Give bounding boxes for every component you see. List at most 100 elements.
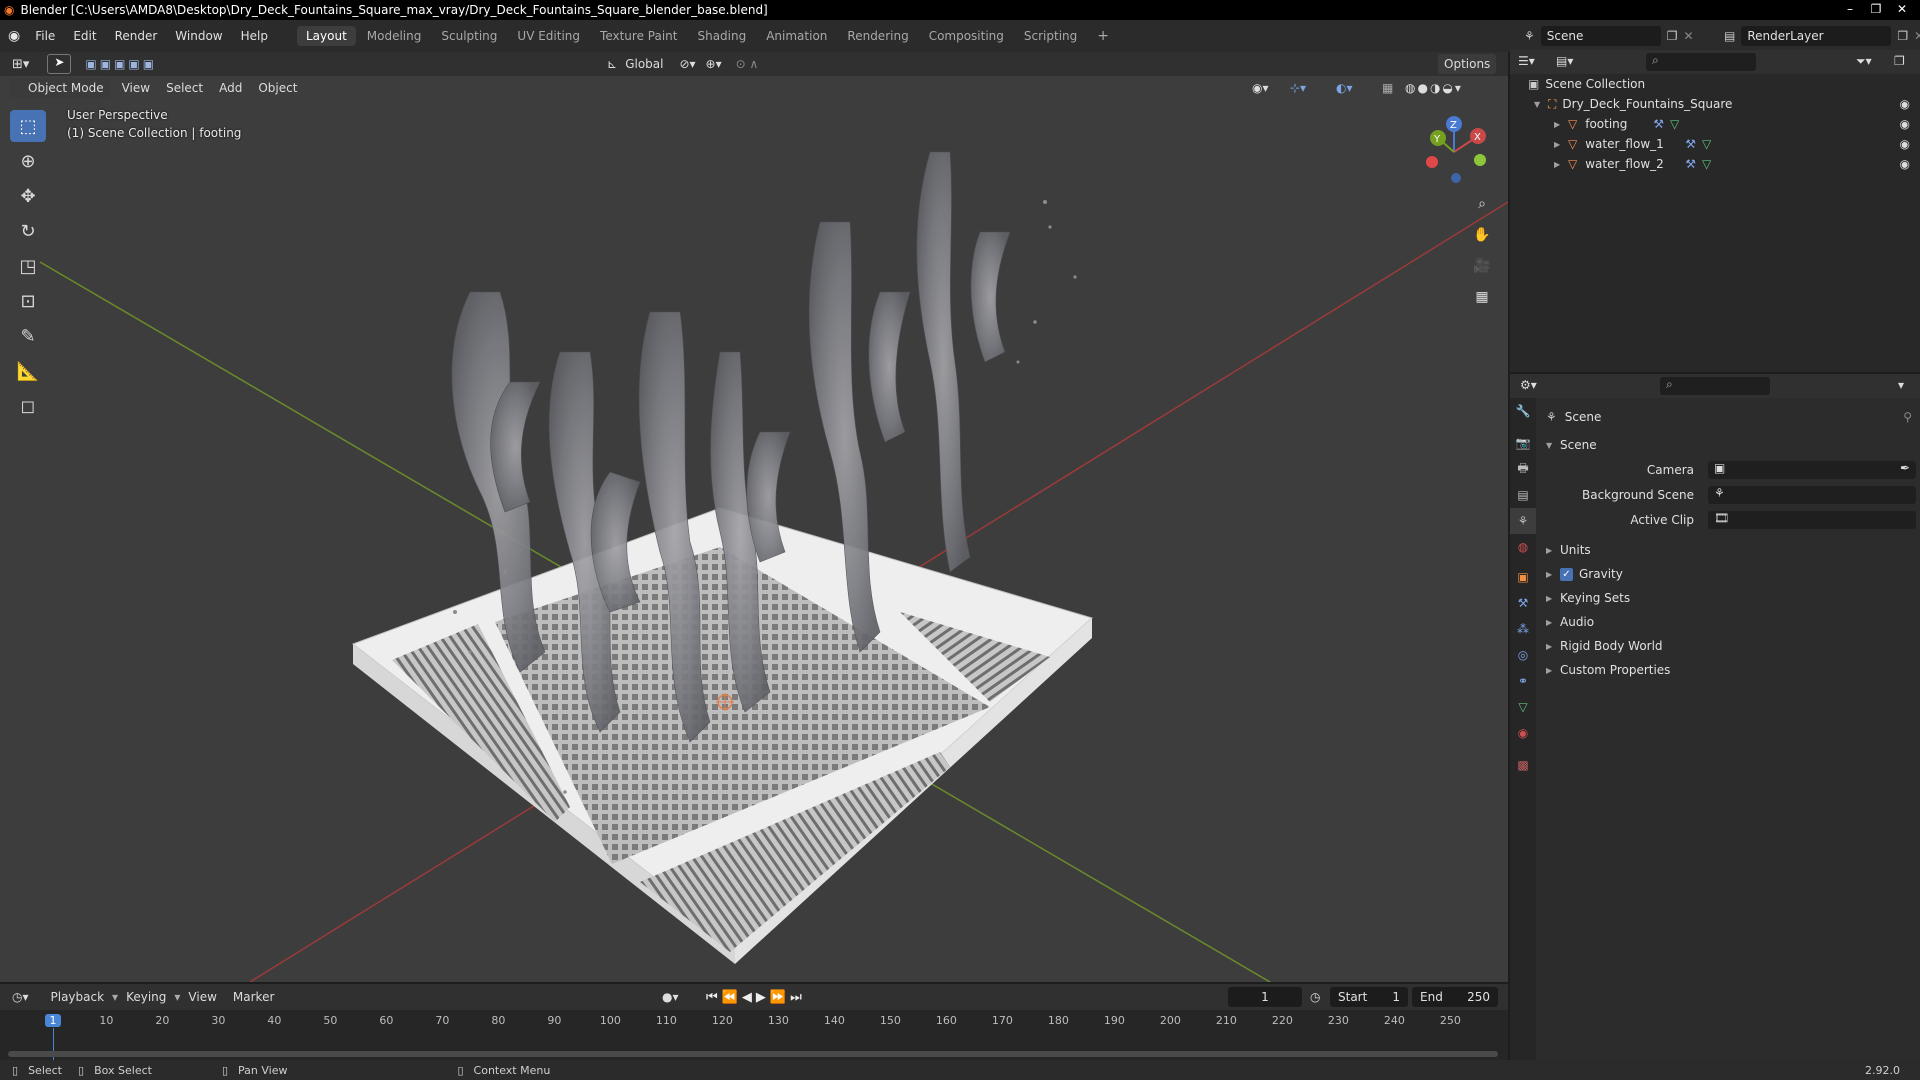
units-panel[interactable]: ▶ Units — [1546, 539, 1916, 561]
modifier-icon[interactable]: ⚒ — [1685, 137, 1696, 151]
panel-expand-icon[interactable]: ▶ — [1546, 546, 1560, 555]
pivot-icon[interactable]: ⊘▾ — [679, 57, 695, 71]
playback-controls[interactable]: ⏮⏪◀▶⏩⏭ — [706, 990, 806, 1005]
render-tab-icon[interactable]: 📷 — [1510, 430, 1536, 456]
scene-panel-header[interactable]: ▼ Scene — [1546, 434, 1916, 456]
eyedropper-icon[interactable]: ✒ — [1900, 461, 1910, 475]
outliner-search-field[interactable]: ⌕ — [1646, 53, 1756, 71]
preview-range-icon[interactable]: ◷ — [1310, 990, 1320, 1004]
playback-menu[interactable]: Playback — [43, 990, 113, 1004]
visibility-eye-icon[interactable]: ◉ — [1900, 117, 1910, 131]
visibility-eye-icon[interactable]: ◉ — [1900, 137, 1910, 151]
custom-properties-panel[interactable]: ▶ Custom Properties — [1546, 659, 1916, 681]
world-tab-icon[interactable]: ◍ — [1510, 534, 1536, 560]
maximize-button[interactable]: ❐ — [1864, 0, 1888, 18]
close-button[interactable]: ✕ — [1890, 0, 1914, 18]
mesh-data-icon[interactable]: ▽ — [1702, 157, 1711, 171]
view-menu[interactable]: View — [114, 81, 158, 95]
camera-view-icon[interactable]: 🎥 — [1468, 252, 1496, 280]
constraints-tab-icon[interactable]: ⚭ — [1510, 668, 1536, 694]
end-frame-field[interactable]: End 250 — [1412, 987, 1498, 1007]
overlay-toggle-icon[interactable]: ◐▾ — [1336, 81, 1353, 95]
delete-renderlayer-icon[interactable]: ✕ — [1914, 29, 1920, 43]
marker-menu[interactable]: Marker — [225, 990, 282, 1004]
panel-expand-icon[interactable]: ▶ — [1546, 618, 1560, 627]
mesh-data-icon[interactable]: ▽ — [1670, 117, 1679, 131]
particles-tab-icon[interactable]: ⁂ — [1510, 616, 1536, 642]
frame-ruler[interactable]: 1 10 20 30 40 50 60 70 80 90 100 110 120 130 140 150 160… — [0, 1010, 1508, 1032]
tab-shading[interactable]: Shading — [688, 26, 755, 46]
object-menu[interactable]: Object — [250, 81, 305, 95]
outliner-scene-collection[interactable]: ▣ Scene Collection — [1510, 74, 1920, 94]
view-layer-tab-icon[interactable]: ▤ — [1510, 482, 1536, 508]
new-scene-icon[interactable]: ❐ — [1667, 29, 1678, 43]
modifier-icon[interactable]: ⚒ — [1653, 117, 1664, 131]
output-tab-icon[interactable]: 🖶 — [1510, 456, 1536, 482]
xray-toggle-icon[interactable]: ▦ — [1382, 81, 1393, 95]
perspective-grid-icon[interactable]: ▦ — [1468, 283, 1496, 311]
transform-tool-icon[interactable]: ⊡ — [10, 285, 46, 317]
transform-orientation-dropdown[interactable]: Global — [617, 57, 671, 71]
filter-icon[interactable]: ⏷▾ — [1856, 54, 1872, 69]
camera-field[interactable]: ▣ ✒ — [1708, 461, 1916, 479]
start-frame-field[interactable]: Start 1 — [1330, 987, 1408, 1007]
properties-options-icon[interactable]: ▾ — [1898, 378, 1904, 392]
menu-file[interactable]: File — [26, 29, 64, 43]
shading-modes-icons[interactable]: ◍●◑◒▾ — [1405, 81, 1463, 95]
minimize-button[interactable]: – — [1838, 0, 1862, 18]
panel-expand-icon[interactable]: ▶ — [1546, 570, 1560, 579]
current-frame-field[interactable]: 1 — [1228, 987, 1302, 1007]
scene-field[interactable]: Scene — [1540, 26, 1661, 46]
tab-texture-paint[interactable]: Texture Paint — [591, 26, 686, 46]
tab-uv-editing[interactable]: UV Editing — [508, 26, 589, 46]
zoom-icon[interactable]: ⌕ — [1468, 190, 1496, 218]
menu-help[interactable]: Help — [232, 29, 277, 43]
tab-rendering[interactable]: Rendering — [838, 26, 917, 46]
collapse-icon[interactable]: ▼ — [1534, 100, 1548, 109]
object-tab-icon[interactable]: ▣ — [1510, 564, 1536, 590]
tab-sculpting[interactable]: Sculpting — [432, 26, 506, 46]
move-tool-icon[interactable]: ✥ — [10, 180, 46, 212]
new-collection-icon[interactable]: ❐ — [1894, 54, 1905, 68]
select-box-tool-icon[interactable]: ⬚ — [10, 110, 46, 142]
options-dropdown[interactable]: Options — [1438, 54, 1497, 74]
rigid-body-world-panel[interactable]: ▶ Rigid Body World — [1546, 635, 1916, 657]
material-tab-icon[interactable]: ◉ — [1510, 720, 1536, 746]
panel-collapse-icon[interactable]: ▼ — [1546, 441, 1560, 450]
texture-tab-icon[interactable]: ▩ — [1510, 752, 1536, 778]
outliner-object-water-flow-2[interactable]: ▶ ▽ water_flow_2 ⚒ ▽ ◉ — [1510, 154, 1920, 174]
tab-layout[interactable]: Layout — [296, 26, 356, 46]
scene-tab-icon[interactable]: ⚘ — [1510, 508, 1536, 534]
gizmo-toggle-icon[interactable]: ⊹▾ — [1290, 81, 1306, 95]
active-clip-field[interactable]: 🎞 — [1708, 511, 1916, 529]
tab-scripting[interactable]: Scripting — [1015, 26, 1086, 46]
expand-icon[interactable]: ▶ — [1554, 120, 1568, 129]
mesh-data-icon[interactable]: ▽ — [1702, 137, 1711, 151]
tab-modeling[interactable]: Modeling — [358, 26, 431, 46]
blender-menu-icon[interactable]: ◉ — [8, 28, 20, 44]
add-menu[interactable]: Add — [211, 81, 250, 95]
gravity-checkbox[interactable]: ✓ — [1560, 567, 1573, 581]
editor-type-icon[interactable]: ⊞▾ — [12, 57, 29, 72]
cursor-tool-icon[interactable]: ⊕ — [10, 145, 46, 177]
new-renderlayer-icon[interactable]: ❐ — [1897, 29, 1908, 43]
auto-key-icon[interactable]: ●▾ — [662, 990, 679, 1004]
properties-editor-icon[interactable]: ⚙▾ — [1520, 378, 1537, 392]
outliner-collection-row[interactable]: ▼ ⛶ Dry_Deck_Fountains_Square ◉ — [1510, 94, 1920, 114]
menu-window[interactable]: Window — [166, 29, 231, 43]
pin-icon[interactable]: ⚲ — [1903, 410, 1912, 424]
audio-panel[interactable]: ▶ Audio — [1546, 611, 1916, 633]
renderlayer-icon[interactable]: ▤ — [1724, 29, 1735, 43]
menu-render[interactable]: Render — [106, 29, 167, 43]
tab-animation[interactable]: Animation — [757, 26, 836, 46]
select-menu[interactable]: Select — [158, 81, 211, 95]
display-mode-icon[interactable]: ▤▾ — [1556, 54, 1573, 68]
expand-icon[interactable]: ▶ — [1554, 140, 1568, 149]
panel-expand-icon[interactable]: ▶ — [1546, 666, 1560, 675]
outliner-editor-icon[interactable]: ☰▾ — [1518, 54, 1535, 68]
orientation-icon[interactable]: ⊾ — [607, 57, 617, 71]
physics-tab-icon[interactable]: ◎ — [1510, 642, 1536, 668]
visibility-eye-icon[interactable]: ◉ — [1900, 157, 1910, 171]
snap-icon[interactable]: ⊕▾ — [706, 57, 722, 71]
renderlayer-field[interactable]: RenderLayer — [1741, 26, 1892, 46]
